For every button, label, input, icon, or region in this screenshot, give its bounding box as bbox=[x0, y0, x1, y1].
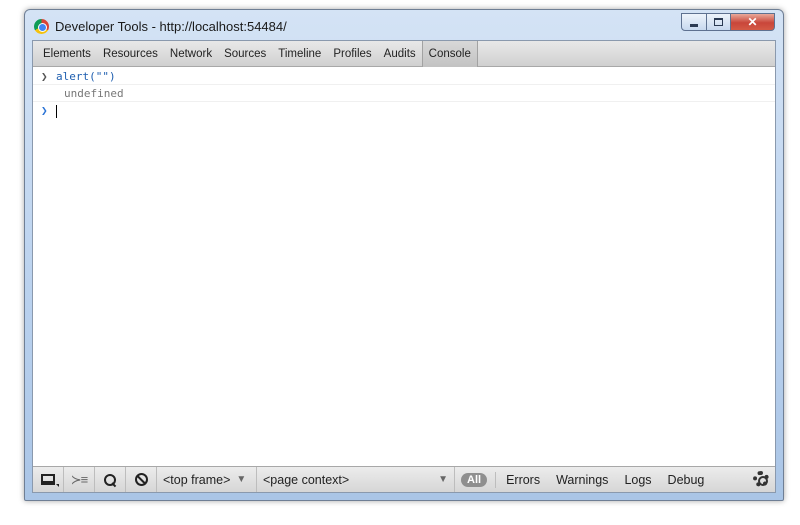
title-bar[interactable]: Developer Tools - http://localhost:54484… bbox=[25, 10, 783, 40]
search-icon bbox=[104, 473, 116, 486]
tab-profiles[interactable]: Profiles bbox=[327, 41, 377, 67]
gear-icon[interactable] bbox=[753, 471, 769, 487]
minimize-button[interactable] bbox=[681, 13, 707, 31]
maximize-button[interactable] bbox=[707, 13, 731, 31]
context-select[interactable]: <page context> ▼ bbox=[257, 467, 455, 492]
panel-tabs: Elements Resources Network Sources Timel… bbox=[33, 40, 775, 67]
dock-icon bbox=[41, 474, 59, 487]
filter-warnings[interactable]: Warnings bbox=[556, 473, 608, 487]
clear-console-button[interactable] bbox=[126, 467, 157, 492]
window-title: Developer Tools - http://localhost:54484… bbox=[55, 19, 287, 34]
text-cursor bbox=[56, 104, 57, 118]
maximize-icon bbox=[714, 18, 723, 26]
filter-divider bbox=[495, 471, 497, 488]
show-console-icon: ≻≡ bbox=[70, 471, 89, 487]
tab-audits[interactable]: Audits bbox=[378, 41, 422, 67]
active-prompt-icon: ❯ bbox=[41, 104, 48, 117]
console-result-text: undefined bbox=[64, 87, 124, 100]
context-select-value: <page context> bbox=[263, 472, 350, 487]
log-level-filters: All Errors Warnings Logs Debug bbox=[455, 467, 720, 492]
devtools-client: Elements Resources Network Sources Timel… bbox=[32, 40, 776, 493]
tab-network[interactable]: Network bbox=[164, 41, 218, 67]
filter-all[interactable]: All bbox=[461, 472, 488, 487]
frame-select-value: <top frame> bbox=[163, 472, 231, 487]
console-command-line: ❯ alert("") bbox=[33, 68, 775, 85]
chevron-down-icon: ▼ bbox=[236, 474, 247, 485]
minimize-icon bbox=[690, 23, 698, 27]
tab-resources[interactable]: Resources bbox=[97, 41, 164, 67]
console-result-line: undefined bbox=[33, 85, 775, 102]
console-command-text: alert("") bbox=[56, 70, 116, 83]
frame-select[interactable]: <top frame> ▼ bbox=[157, 467, 257, 492]
tab-elements[interactable]: Elements bbox=[37, 41, 97, 67]
status-bar: ≻≡ <top frame> ▼ <page context> ▼ All Er… bbox=[33, 466, 775, 492]
tab-console[interactable]: Console bbox=[421, 40, 478, 67]
chrome-logo-icon bbox=[34, 19, 49, 34]
tab-sources[interactable]: Sources bbox=[218, 41, 272, 67]
devtools-window: Developer Tools - http://localhost:54484… bbox=[24, 9, 784, 501]
console-output[interactable]: ❯ alert("") undefined ❯ bbox=[33, 68, 775, 466]
close-icon: ✕ bbox=[747, 15, 758, 29]
search-button[interactable] bbox=[95, 467, 126, 492]
dock-button[interactable] bbox=[33, 467, 64, 492]
console-prompt-line[interactable]: ❯ bbox=[33, 102, 775, 119]
filter-logs[interactable]: Logs bbox=[624, 473, 651, 487]
chevron-down-icon: ▼ bbox=[438, 474, 448, 485]
filter-errors[interactable]: Errors bbox=[506, 473, 540, 487]
close-button[interactable]: ✕ bbox=[731, 13, 775, 31]
clear-console-icon bbox=[134, 473, 148, 486]
filter-debug[interactable]: Debug bbox=[668, 473, 705, 487]
window-controls: ✕ bbox=[681, 13, 775, 31]
show-console-button[interactable]: ≻≡ bbox=[64, 467, 95, 492]
prompt-chevron-icon: ❯ bbox=[41, 70, 48, 83]
tab-timeline[interactable]: Timeline bbox=[272, 41, 327, 67]
